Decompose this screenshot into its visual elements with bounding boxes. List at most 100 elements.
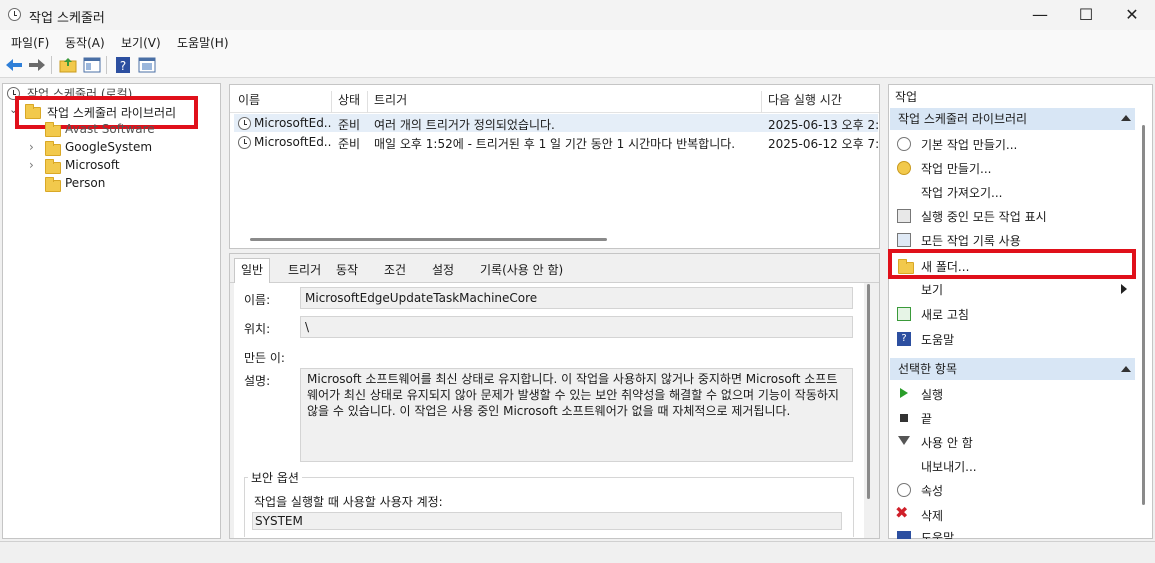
action-help[interactable]: 도움말 bbox=[921, 331, 954, 348]
table-row[interactable]: MicrosoftEd... 준비 매일 오후 1:52에 - 트리거된 후 1… bbox=[234, 133, 878, 151]
location-field: \ bbox=[300, 316, 853, 338]
column-separator[interactable] bbox=[761, 91, 762, 113]
menu-action[interactable]: 동작(A) bbox=[65, 34, 105, 51]
action-create-basic-task[interactable]: 기본 작업 만들기... bbox=[921, 136, 1017, 153]
section-header-library[interactable]: 작업 스케줄러 라이브러리 bbox=[890, 108, 1135, 130]
action-disable[interactable]: 사용 안 함 bbox=[921, 434, 973, 451]
actions-pane: 작업 작업 스케줄러 라이브러리 기본 작업 만들기... 작업 만들기... … bbox=[888, 84, 1153, 539]
close-button[interactable]: ✕ bbox=[1109, 0, 1155, 30]
row-status: 준비 bbox=[338, 137, 361, 151]
tab-settings[interactable]: 설정 bbox=[432, 262, 454, 282]
tree-item-person[interactable]: Person bbox=[65, 176, 105, 190]
row-status: 준비 bbox=[338, 118, 361, 132]
toolbar-separator bbox=[51, 56, 52, 74]
action-create-task[interactable]: 작업 만들기... bbox=[921, 160, 991, 177]
vertical-scrollbar[interactable] bbox=[1142, 125, 1145, 505]
section-title: 작업 스케줄러 라이브러리 bbox=[898, 112, 1028, 126]
folder-icon bbox=[45, 122, 61, 137]
label-name: 이름: bbox=[244, 293, 271, 307]
toolbar: ? bbox=[0, 52, 1155, 78]
tab-actions[interactable]: 동작 bbox=[336, 262, 358, 282]
end-icon bbox=[900, 414, 908, 422]
status-bar bbox=[0, 541, 1155, 563]
action-import-task[interactable]: 작업 가져오기... bbox=[921, 184, 1003, 201]
tree-pane: 작업 스케줄러 (로컬) ⌄ 작업 스케줄러 라이브러리 Avast Softw… bbox=[2, 83, 221, 539]
action-export[interactable]: 내보내기... bbox=[921, 458, 977, 475]
column-name[interactable]: 이름 bbox=[238, 91, 260, 108]
column-separator[interactable] bbox=[331, 91, 332, 113]
disable-icon bbox=[898, 436, 910, 445]
back-arrow-icon[interactable] bbox=[4, 55, 24, 75]
tab-conditions[interactable]: 조건 bbox=[384, 262, 406, 282]
vertical-scrollbar[interactable] bbox=[867, 284, 870, 499]
menu-help[interactable]: 도움말(H) bbox=[177, 34, 229, 51]
chevron-right-icon[interactable]: › bbox=[29, 140, 34, 154]
view-icon[interactable] bbox=[137, 55, 157, 75]
properties-icon[interactable] bbox=[82, 55, 102, 75]
tab-general[interactable]: 일반 bbox=[241, 262, 263, 282]
run-icon bbox=[900, 388, 908, 398]
collapse-arrow-icon[interactable] bbox=[1121, 366, 1131, 372]
row-name: MicrosoftEd... bbox=[254, 116, 331, 130]
horizontal-scrollbar[interactable] bbox=[250, 238, 607, 241]
label-author: 만든 이: bbox=[244, 351, 285, 365]
row-name: MicrosoftEd... bbox=[254, 135, 331, 149]
app-clock-icon bbox=[8, 8, 21, 21]
task-list-pane: 이름 상태 트리거 다음 실행 시간 MicrosoftEd... 준비 여러 … bbox=[229, 84, 880, 249]
action-delete[interactable]: 삭제 bbox=[921, 507, 943, 524]
folder-icon bbox=[45, 159, 61, 174]
action-view[interactable]: 보기 bbox=[921, 281, 943, 298]
folder-icon bbox=[45, 141, 61, 156]
column-next-run[interactable]: 다음 실행 시간 bbox=[768, 91, 842, 108]
column-trigger[interactable]: 트리거 bbox=[374, 91, 407, 108]
help-icon[interactable]: ? bbox=[113, 55, 133, 75]
new-folder-icon bbox=[898, 259, 914, 274]
svg-text:?: ? bbox=[120, 59, 126, 73]
table-row[interactable]: MicrosoftEd... 준비 여러 개의 트리거가 정의되었습니다. 20… bbox=[234, 114, 878, 132]
name-field[interactable]: MicrosoftEdgeUpdateTaskMachineCore bbox=[300, 287, 853, 309]
running-tasks-icon bbox=[897, 209, 911, 223]
description-field[interactable]: Microsoft 소프트웨어를 최신 상태로 유지합니다. 이 작업을 사용하… bbox=[300, 368, 853, 462]
window-title: 작업 스케줄러 bbox=[29, 11, 105, 26]
column-status[interactable]: 상태 bbox=[338, 91, 360, 108]
action-new-folder[interactable]: 새 폴더... bbox=[921, 258, 969, 275]
run-as-field[interactable]: SYSTEM bbox=[252, 512, 842, 530]
tree-item-microsoft[interactable]: Microsoft bbox=[65, 158, 120, 172]
help-icon: ? bbox=[897, 332, 911, 346]
action-show-running[interactable]: 실행 중인 모든 작업 표시 bbox=[921, 208, 1047, 225]
tab-triggers[interactable]: 트리거 bbox=[288, 262, 321, 282]
menu-view[interactable]: 보기(V) bbox=[121, 34, 161, 51]
menu-bar: 파일(F) 동작(A) 보기(V) 도움말(H) bbox=[0, 30, 1155, 52]
tree-item-avast[interactable]: Avast Software bbox=[65, 122, 155, 136]
folder-up-icon[interactable] bbox=[58, 55, 78, 75]
action-refresh[interactable]: 새로 고침 bbox=[921, 306, 969, 323]
action-run[interactable]: 실행 bbox=[921, 386, 943, 403]
run-as-label: 작업을 실행할 때 사용할 사용자 계정: bbox=[254, 495, 443, 509]
actions-title: 작업 bbox=[895, 90, 918, 104]
action-properties[interactable]: 속성 bbox=[921, 482, 943, 499]
collapse-arrow-icon[interactable] bbox=[1121, 115, 1131, 121]
label-location: 위치: bbox=[244, 322, 271, 336]
column-separator[interactable] bbox=[367, 91, 368, 113]
basic-task-icon bbox=[897, 137, 911, 151]
folder-clock-icon bbox=[25, 104, 41, 119]
chevron-right-icon[interactable]: › bbox=[29, 158, 34, 172]
tab-history[interactable]: 기록(사용 안 함) bbox=[480, 262, 563, 282]
tree-item-googlesystem[interactable]: GoogleSystem bbox=[65, 140, 152, 154]
forward-arrow-icon[interactable] bbox=[27, 55, 47, 75]
maximize-button[interactable]: ☐ bbox=[1063, 0, 1109, 30]
action-help-selected[interactable]: 도움말 bbox=[921, 529, 954, 539]
section-header-selected[interactable]: 선택한 항목 bbox=[890, 358, 1135, 380]
row-next-run: 2025-06-12 오후 7:5 bbox=[768, 137, 878, 151]
task-clock-icon bbox=[238, 117, 251, 130]
menu-file[interactable]: 파일(F) bbox=[11, 34, 49, 51]
minimize-button[interactable]: — bbox=[1017, 0, 1063, 30]
properties-clock-icon bbox=[897, 483, 911, 497]
delete-x-icon: ✖ bbox=[895, 503, 909, 522]
create-task-icon bbox=[897, 161, 911, 175]
submenu-arrow-icon bbox=[1121, 284, 1127, 294]
tree-library[interactable]: 작업 스케줄러 라이브러리 bbox=[47, 104, 176, 121]
action-enable-history[interactable]: 모든 작업 기록 사용 bbox=[921, 232, 1021, 249]
general-tab-content: 이름: MicrosoftEdgeUpdateTaskMachineCore 위… bbox=[234, 283, 864, 538]
action-end[interactable]: 끝 bbox=[921, 410, 932, 427]
